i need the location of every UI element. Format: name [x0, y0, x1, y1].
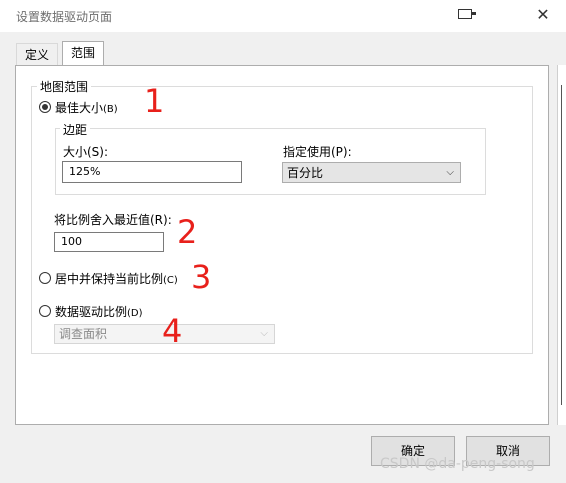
margin-group-label: 边距 [60, 121, 91, 138]
size-input[interactable]: 125% [62, 161, 242, 183]
data-driven-scale-radio[interactable] [39, 305, 51, 317]
tab-label: 范围 [71, 46, 96, 60]
units-select[interactable]: 百分比 ⌵ [282, 162, 461, 183]
round-scale-label: 将比例舍入最近值(R): [54, 213, 172, 227]
best-fit-radio[interactable] [39, 101, 51, 113]
annotation-3: 3 [191, 258, 212, 296]
watermark: CSDN @da-peng-song [380, 456, 535, 472]
chevron-down-icon: ⌵ [446, 167, 454, 178]
size-label: 大小(S): [63, 145, 109, 159]
data-driven-scale-label[interactable]: 数据驱动比例(D) [55, 303, 143, 320]
center-keep-scale-label[interactable]: 居中并保持当前比例(C) [55, 270, 178, 287]
tab-extent[interactable]: 范围 [62, 41, 105, 66]
context-help-icon[interactable] [458, 9, 476, 19]
center-keep-scale-radio[interactable] [39, 272, 51, 284]
annotation-1: 1 [144, 82, 165, 120]
tab-definition[interactable]: 定义 [16, 43, 59, 65]
map-extent-group-label: 地图范围 [37, 78, 92, 95]
window-title: 设置数据驱动页面 [16, 10, 113, 24]
annotation-2: 2 [177, 213, 198, 251]
title-bar: 设置数据驱动页面 ✕ [0, 0, 566, 32]
units-label: 指定使用(P): [283, 145, 352, 159]
chevron-down-icon: ⌵ [260, 328, 268, 339]
best-fit-label[interactable]: 最佳大小(B) [55, 99, 118, 116]
background-window-edge [557, 65, 566, 425]
close-button[interactable]: ✕ [530, 4, 556, 26]
units-select-value: 百分比 [287, 166, 324, 180]
round-scale-input[interactable]: 100 [54, 232, 164, 252]
annotation-4: 4 [162, 312, 183, 350]
scale-field-value: 调查面积 [59, 327, 108, 341]
tab-label: 定义 [25, 48, 50, 62]
